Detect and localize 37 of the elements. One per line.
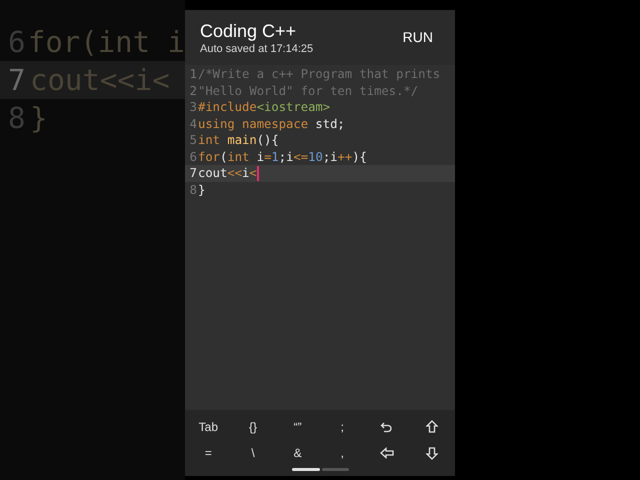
key-button[interactable]: ; [340, 420, 344, 434]
text-cursor [256, 166, 259, 181]
home-indicator [292, 468, 348, 471]
undo-icon[interactable] [380, 420, 394, 434]
up-arrow-icon[interactable] [424, 420, 439, 434]
key-button[interactable]: {} [248, 420, 257, 434]
line-number: 8 [188, 182, 197, 198]
line-number: 5 [188, 132, 197, 148]
code-line: /*Write a c++ Program that prints [198, 66, 440, 82]
app-title: Coding C++ [200, 20, 298, 42]
key-button[interactable]: , [340, 446, 344, 460]
enlarged-code-line: for(int i [28, 24, 185, 61]
code-line: for(int i=1;i<=10;i++){ [198, 148, 367, 165]
line-number: 3 [188, 99, 197, 116]
line-number: 6 [188, 148, 197, 165]
key-button[interactable]: “” [294, 420, 302, 434]
enlarged-code-line: } [30, 100, 48, 137]
code-line: using namespace std; [198, 116, 345, 132]
code-line: int main(){ [198, 132, 279, 148]
code-line: } [198, 182, 206, 198]
run-button[interactable]: RUN [402, 27, 433, 48]
code-line: "Hello World" for ten times.*/ [198, 82, 418, 99]
line-number: 2 [188, 82, 197, 99]
line-number: 4 [188, 116, 197, 132]
key-button[interactable]: Tab [198, 420, 218, 434]
line-number: 7 [188, 165, 197, 182]
code-editor[interactable]: 1/*Write a c++ Program that prints 2"Hello World" for ten times.*/ 3#include<iostream> 4 using namespace std; 5 int main(){ 6 for(int i=1;i<=10;i++){ 7 cout<<i< 8} [185, 65, 455, 410]
line-number: 1 [188, 66, 197, 82]
down-arrow-icon[interactable] [424, 446, 439, 460]
key-button[interactable]: & [294, 446, 302, 460]
code-line: cout<<i< [198, 165, 257, 182]
code-line: #include<iostream> [198, 99, 330, 116]
key-button[interactable]: = [204, 446, 212, 460]
left-arrow-icon[interactable] [380, 446, 394, 460]
auto-save-status: Auto saved at 17:14:25 [200, 42, 314, 56]
line-number: 7 [8, 62, 26, 99]
key-button[interactable]: \ [251, 446, 255, 460]
